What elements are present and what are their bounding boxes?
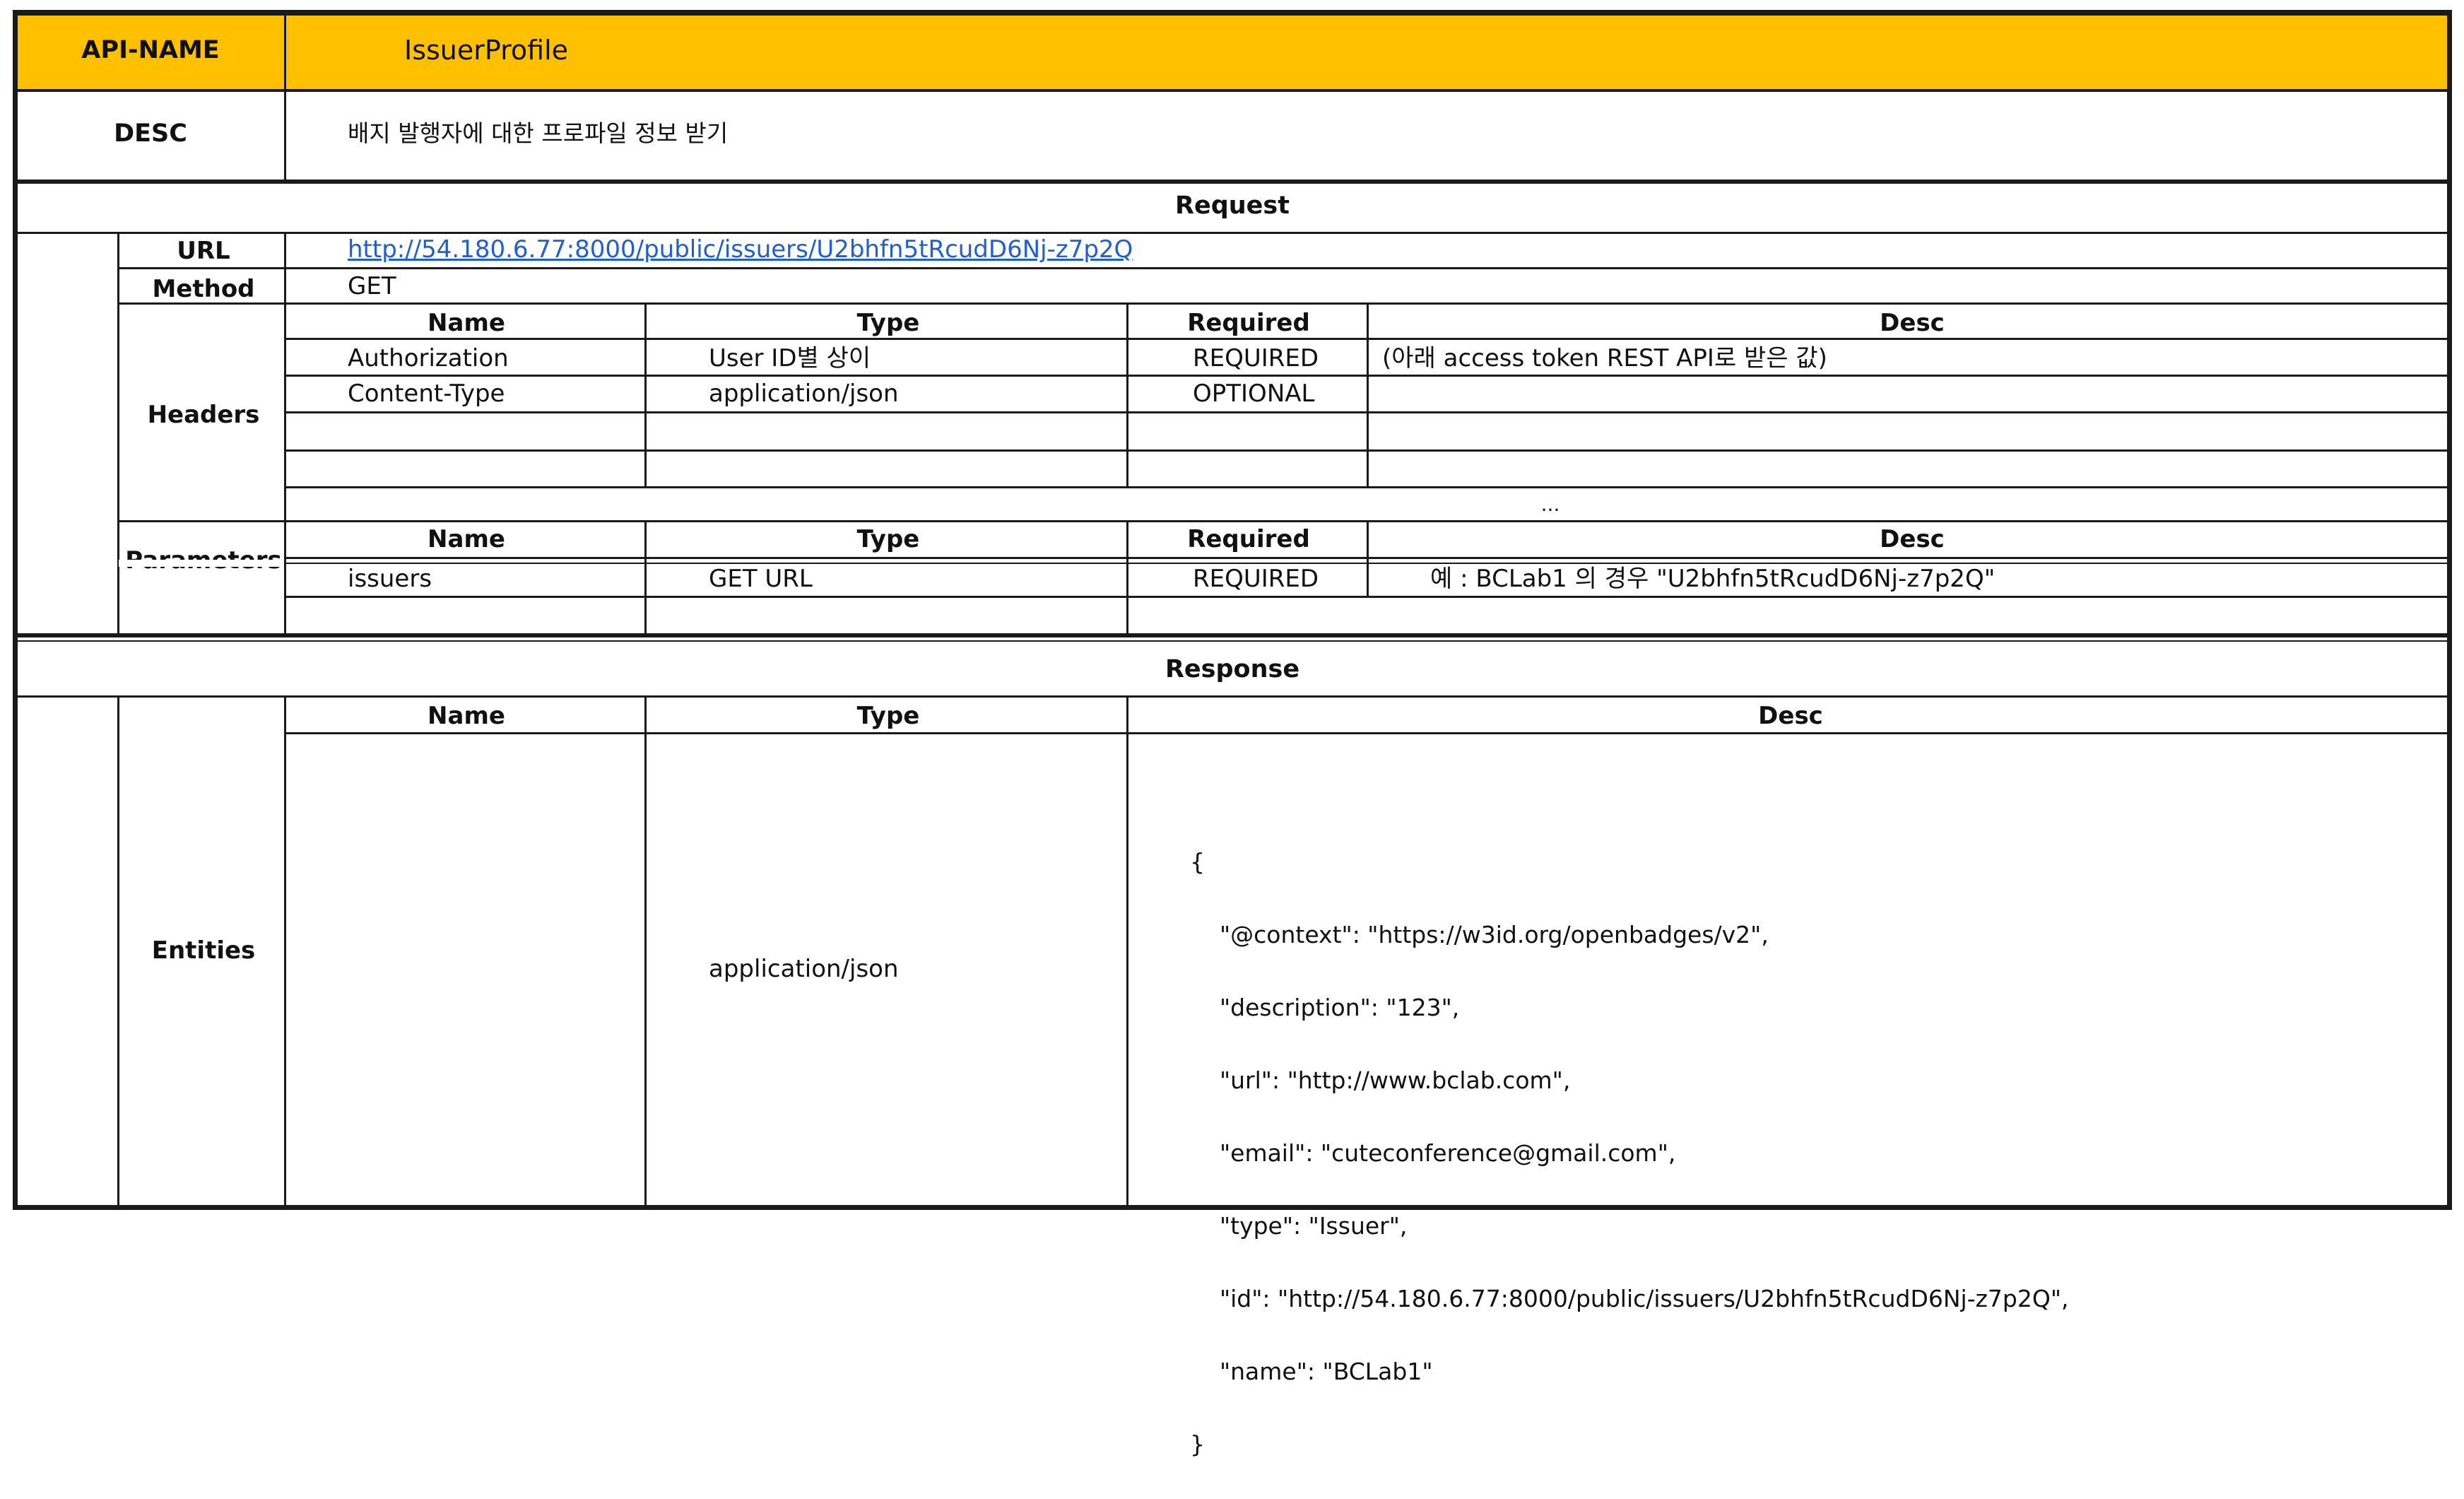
json-line: "url": "http://www.bclab.com", xyxy=(1190,1066,1571,1094)
response-col-name: Name xyxy=(428,702,505,730)
response-json-block: { "@context": "https://w3id.org/openbadg… xyxy=(1190,807,2069,1499)
header-row-type: User ID별 상이 xyxy=(709,344,871,372)
desc-value: 배지 발행자에 대한 프로파일 정보 받기 xyxy=(348,119,729,147)
header-row-name: Content-Type xyxy=(348,380,505,408)
headers-col-type: Type xyxy=(856,309,920,337)
json-line: "id": "http://54.180.6.77:8000/public/is… xyxy=(1190,1284,2069,1312)
json-line: "type": "Issuer", xyxy=(1190,1211,1408,1240)
json-line: "description": "123", xyxy=(1190,993,1460,1021)
request-title: Request xyxy=(1175,192,1290,220)
url-label: URL xyxy=(177,237,230,265)
response-type-value: application/json xyxy=(709,955,899,983)
api-name-label: API-NAME xyxy=(81,36,220,64)
header-row-desc: (아래 access token REST API로 받은 값) xyxy=(1382,344,1827,372)
api-name-row xyxy=(16,13,2450,90)
json-line: "name": "BCLab1" xyxy=(1190,1357,1433,1385)
response-title: Response xyxy=(1165,655,1300,683)
desc-label: DESC xyxy=(114,119,187,148)
header-row-name: Authorization xyxy=(348,344,509,372)
headers-col-name: Name xyxy=(428,309,505,337)
response-col-type: Type xyxy=(856,702,920,730)
headers-col-desc: Desc xyxy=(1880,309,1945,337)
parameter-row-type: GET URL xyxy=(709,565,813,593)
json-line: "email": "cuteconference@gmail.com", xyxy=(1190,1139,1676,1167)
parameters-col-required: Required xyxy=(1187,525,1310,553)
header-row-required: REQUIRED xyxy=(1193,344,1319,372)
entities-label: Entities xyxy=(151,936,256,965)
headers-label: Headers xyxy=(147,401,260,429)
method-value: GET xyxy=(348,272,396,300)
parameters-col-desc: Desc xyxy=(1880,525,1945,553)
parameters-label-mask xyxy=(119,560,283,567)
header-row-required: OPTIONAL xyxy=(1193,380,1315,408)
headers-ellipsis: ... xyxy=(1540,493,1560,516)
method-label: Method xyxy=(152,275,255,303)
request-url-link[interactable]: http://54.180.6.77:8000/public/issuers/U… xyxy=(348,237,1133,261)
json-line: "@context": "https://w3id.org/openbadges… xyxy=(1190,920,1769,948)
parameter-row-desc: 예 : BCLab1 의 경우 "U2bhfn5tRcudD6Nj-z7p2Q" xyxy=(1430,565,1996,593)
parameters-col-type: Type xyxy=(856,525,920,553)
header-row-type: application/json xyxy=(709,380,899,408)
json-line: { xyxy=(1190,847,1205,876)
parameters-col-name: Name xyxy=(428,525,505,553)
headers-col-required: Required xyxy=(1187,309,1310,337)
parameter-row-required: REQUIRED xyxy=(1193,565,1319,593)
json-line: } xyxy=(1190,1430,1205,1458)
api-name-value: IssuerProfile xyxy=(404,35,569,66)
parameter-row-name: issuers xyxy=(348,565,432,593)
response-col-desc: Desc xyxy=(1758,702,1823,730)
